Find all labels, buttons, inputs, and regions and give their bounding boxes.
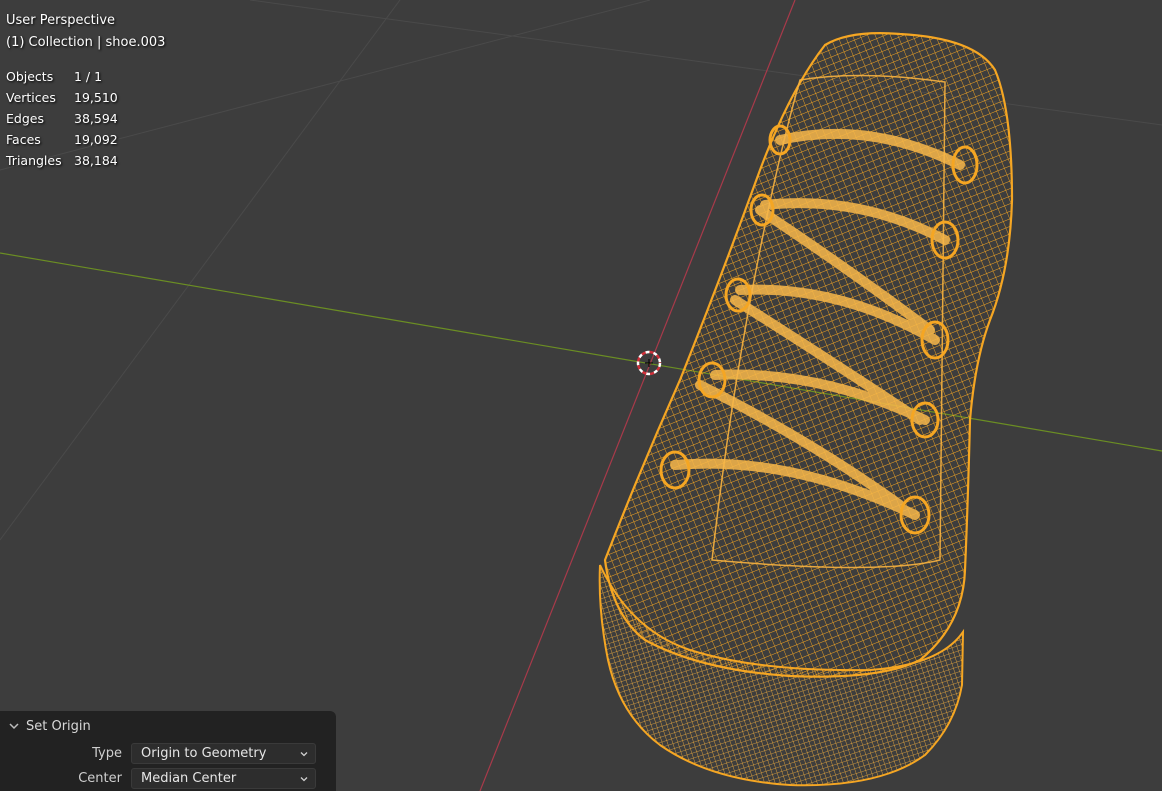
chevron-down-icon <box>300 751 308 756</box>
stat-label: Edges <box>6 111 44 126</box>
chevron-down-icon[interactable] <box>8 720 20 732</box>
stat-row-edges: Edges 38,594 <box>6 108 165 129</box>
viewport-info-overlay: User Perspective (1) Collection | shoe.0… <box>6 10 165 171</box>
set-origin-operator-panel[interactable]: Set Origin Type Origin to Geometry Cente… <box>0 711 336 791</box>
3d-viewport[interactable] <box>0 0 1162 791</box>
center-dropdown-value: Median Center <box>141 770 237 786</box>
stat-row-vertices: Vertices 19,510 <box>6 87 165 108</box>
stat-value: 38,184 <box>74 153 118 168</box>
center-dropdown[interactable]: Median Center <box>131 767 316 789</box>
stat-label: Vertices <box>6 90 56 105</box>
view-name: User Perspective <box>6 13 116 28</box>
stat-label: Objects <box>6 69 54 84</box>
type-dropdown-value: Origin to Geometry <box>141 745 267 761</box>
center-row: Center Median Center <box>0 766 336 790</box>
scene-statistics: Objects 1 / 1 Vertices 19,510 Edges 38,5… <box>6 66 165 171</box>
stat-value: 19,092 <box>74 132 118 147</box>
type-row: Type Origin to Geometry <box>0 741 336 765</box>
type-dropdown[interactable]: Origin to Geometry <box>131 742 316 764</box>
collection-label: (1) Collection | shoe.003 <box>6 35 166 50</box>
chevron-down-icon <box>300 776 308 781</box>
shoe-mesh[interactable] <box>598 32 1014 787</box>
stat-value: 38,594 <box>74 111 118 126</box>
stat-label: Faces <box>6 132 41 147</box>
center-label: Center <box>78 770 122 786</box>
stat-value: 1 / 1 <box>74 69 103 84</box>
operator-panel-title: Set Origin <box>26 718 91 734</box>
shoe-upper <box>603 32 1014 678</box>
viewport-canvas[interactable] <box>0 0 1162 791</box>
type-label: Type <box>92 745 122 761</box>
stat-label: Triangles <box>6 153 62 168</box>
stat-row-triangles: Triangles 38,184 <box>6 150 165 171</box>
3d-cursor-icon[interactable] <box>636 350 662 376</box>
stat-row-objects: Objects 1 / 1 <box>6 66 165 87</box>
stat-value: 19,510 <box>74 90 118 105</box>
stat-row-faces: Faces 19,092 <box>6 129 165 150</box>
operator-panel-header[interactable]: Set Origin <box>0 711 336 741</box>
